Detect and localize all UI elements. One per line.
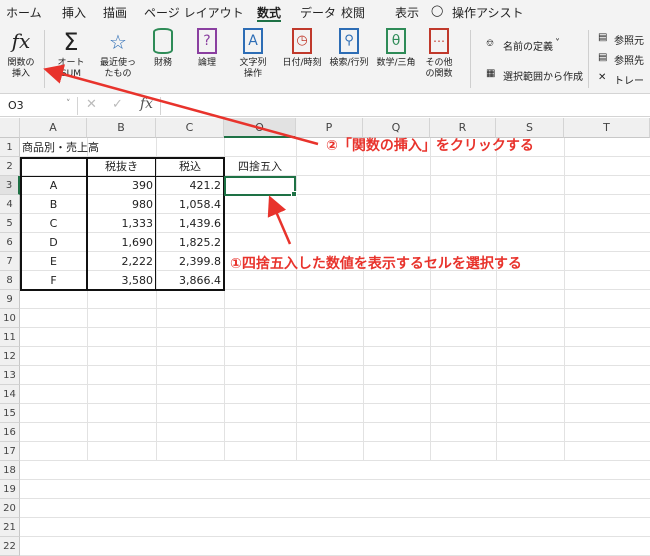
gridline [20,479,650,480]
gridline [20,498,650,499]
arrow-to-insert-function [43,64,319,146]
row-header[interactable]: 19 [0,480,20,499]
row-header[interactable]: 22 [0,537,20,556]
arrow-to-cell-o3 [267,195,292,245]
row-header[interactable]: 21 [0,518,20,537]
gridline [20,536,650,537]
row-header[interactable]: 18 [0,461,20,480]
annotation-arrows [43,64,319,245]
row-header[interactable]: 20 [0,499,20,518]
annotation-step2: ②「関数の挿入」をクリックする [326,138,534,154]
annotation-step1: ①四捨五入した数値を表示するセルを選択する [230,256,522,272]
gridline [20,460,650,461]
gridline [20,517,650,518]
